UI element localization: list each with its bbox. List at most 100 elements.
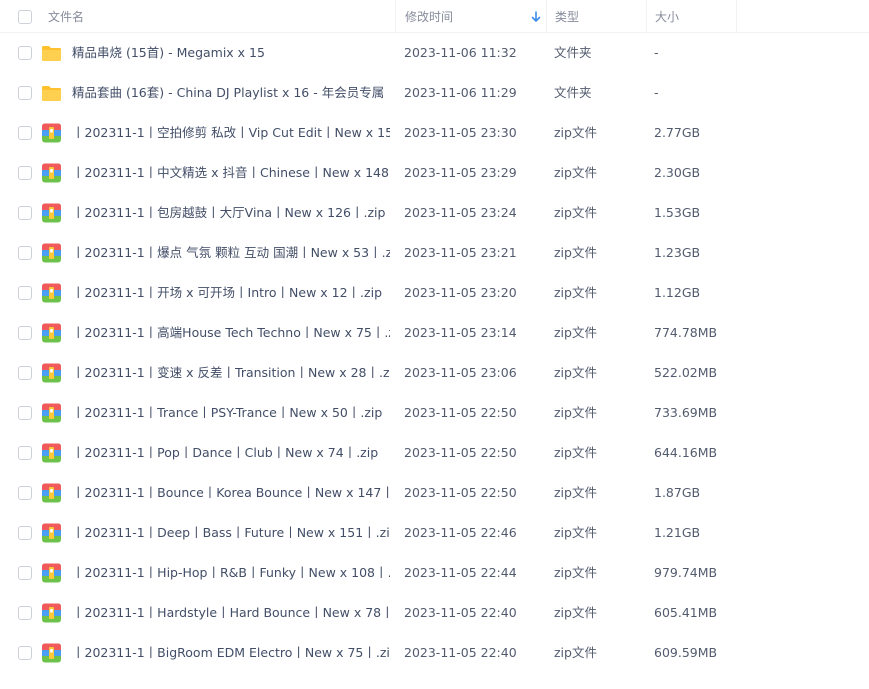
file-name[interactable]: 精品串烧 (15首) - Megamix x 15: [72, 33, 390, 73]
file-size: -: [654, 45, 659, 60]
file-modified: 2023-11-05 22:50: [404, 485, 517, 500]
row-checkbox[interactable]: [18, 126, 32, 140]
row-checkbox[interactable]: [18, 606, 32, 620]
file-row[interactable]: 丨202311-1丨Trance丨PSY-Trance丨New x 50丨.zi…: [0, 393, 869, 433]
file-name[interactable]: 丨202311-1丨BigRoom EDM Electro丨New x 75丨.…: [72, 633, 390, 673]
row-checkbox[interactable]: [18, 206, 32, 220]
file-row[interactable]: 丨202311-1丨高端House Tech Techno丨New x 75丨.…: [0, 313, 869, 353]
file-row[interactable]: 丨202311-1丨爆点 气氛 颗粒 互动 国潮丨New x 53丨.zip 2…: [0, 233, 869, 273]
row-checkbox[interactable]: [18, 646, 32, 660]
file-size: 644.16MB: [654, 445, 718, 460]
file-modified: 2023-11-05 22:50: [404, 405, 517, 420]
column-header-size[interactable]: 大小: [646, 0, 736, 33]
file-name[interactable]: 丨202311-1丨Deep丨Bass丨Future丨New x 151丨.zi…: [72, 513, 390, 553]
file-row[interactable]: 精品套曲 (16套) - China DJ Playlist x 16 - 年会…: [0, 73, 869, 113]
column-header-type-label: 类型: [555, 10, 580, 24]
file-modified: 2023-11-05 23:24: [404, 205, 517, 220]
file-row[interactable]: 精品串烧 (15首) - Megamix x 15 2023-11-06 11:…: [0, 33, 869, 73]
file-row[interactable]: 丨202311-1丨包房越鼓丨大厅Vina丨New x 126丨.zip 202…: [0, 193, 869, 233]
zip-icon: [42, 163, 61, 183]
file-row[interactable]: 丨202311-1丨变速 x 反差丨Transition丨New x 28丨.z…: [0, 353, 869, 393]
file-name[interactable]: 丨202311-1丨爆点 气氛 颗粒 互动 国潮丨New x 53丨.zip: [72, 233, 390, 273]
file-row[interactable]: 丨202311-1丨开场 x 可开场丨Intro丨New x 12丨.zip 2…: [0, 273, 869, 313]
file-row[interactable]: 丨202311-1丨Hardstyle丨Hard Bounce丨New x 78…: [0, 593, 869, 633]
file-name[interactable]: 丨202311-1丨开场 x 可开场丨Intro丨New x 12丨.zip: [72, 273, 390, 313]
file-size: 2.77GB: [654, 125, 701, 140]
row-checkbox[interactable]: [18, 366, 32, 380]
file-type: zip文件: [554, 525, 597, 540]
file-name[interactable]: 丨202311-1丨变速 x 反差丨Transition丨New x 28丨.z…: [72, 353, 390, 393]
file-name[interactable]: 丨202311-1丨高端House Tech Techno丨New x 75丨.…: [72, 313, 390, 353]
file-type: 文件夹: [554, 85, 592, 100]
column-header-modified-label: 修改时间: [405, 10, 454, 24]
file-row[interactable]: 丨202311-1丨Pop丨Dance丨Club丨New x 74丨.zip 2…: [0, 433, 869, 473]
file-size: 1.12GB: [654, 285, 701, 300]
row-checkbox[interactable]: [18, 406, 32, 420]
file-name[interactable]: 丨202311-1丨包房越鼓丨大厅Vina丨New x 126丨.zip: [72, 193, 390, 233]
file-row[interactable]: 丨202311-1丨中文精选 x 抖音丨Chinese丨New x 148… 2…: [0, 153, 869, 193]
zip-icon: [42, 403, 61, 423]
file-modified: 2023-11-05 23:30: [404, 125, 517, 140]
file-size: -: [654, 85, 659, 100]
file-size: 1.21GB: [654, 525, 701, 540]
file-size: 522.02MB: [654, 365, 718, 380]
file-name[interactable]: 丨202311-1丨空拍修剪 私改丨Vip Cut Edit丨New x 15…: [72, 113, 390, 153]
file-size: 609.59MB: [654, 645, 718, 660]
zip-icon: [42, 243, 61, 263]
file-type: zip文件: [554, 485, 597, 500]
zip-icon: [42, 643, 61, 663]
file-row[interactable]: 丨202311-1丨Hip-Hop丨R&B丨Funky丨New x 108丨….…: [0, 553, 869, 593]
zip-icon: [42, 603, 61, 623]
file-name[interactable]: 丨202311-1丨中文精选 x 抖音丨Chinese丨New x 148…: [72, 153, 390, 193]
row-checkbox[interactable]: [18, 326, 32, 340]
zip-icon: [42, 483, 61, 503]
row-checkbox[interactable]: [18, 446, 32, 460]
file-type: 文件夹: [554, 45, 592, 60]
file-name[interactable]: 丨202311-1丨Hip-Hop丨R&B丨Funky丨New x 108丨….: [72, 553, 390, 593]
file-modified: 2023-11-05 22:40: [404, 645, 517, 660]
file-name[interactable]: 丨202311-1丨Hardstyle丨Hard Bounce丨New x 78…: [72, 593, 390, 633]
row-checkbox[interactable]: [18, 166, 32, 180]
file-row[interactable]: 丨202311-1丨Bounce丨Korea Bounce丨New x 147丨…: [0, 473, 869, 513]
zip-icon: [42, 443, 61, 463]
file-modified: 2023-11-05 22:40: [404, 605, 517, 620]
row-checkbox[interactable]: [18, 526, 32, 540]
column-header-modified[interactable]: 修改时间: [395, 0, 546, 33]
column-header-name[interactable]: 文件名: [48, 0, 395, 33]
file-name[interactable]: 丨202311-1丨Bounce丨Korea Bounce丨New x 147丨…: [72, 473, 390, 513]
select-all-checkbox[interactable]: [18, 10, 32, 24]
file-row[interactable]: 丨202311-1丨Deep丨Bass丨Future丨New x 151丨.zi…: [0, 513, 869, 553]
file-size: 1.87GB: [654, 485, 701, 500]
file-name[interactable]: 丨202311-1丨Pop丨Dance丨Club丨New x 74丨.zip: [72, 433, 390, 473]
file-type: zip文件: [554, 365, 597, 380]
row-checkbox[interactable]: [18, 86, 32, 100]
file-name[interactable]: 丨202311-1丨Trance丨PSY-Trance丨New x 50丨.zi…: [72, 393, 390, 433]
row-checkbox[interactable]: [18, 486, 32, 500]
zip-icon: [42, 203, 61, 223]
file-row[interactable]: 丨202311-1丨空拍修剪 私改丨Vip Cut Edit丨New x 15……: [0, 113, 869, 153]
row-checkbox[interactable]: [18, 566, 32, 580]
column-header-size-label: 大小: [655, 10, 680, 24]
file-row[interactable]: 丨202311-1丨BigRoom EDM Electro丨New x 75丨.…: [0, 633, 869, 673]
file-size: 1.23GB: [654, 245, 701, 260]
file-modified: 2023-11-06 11:29: [404, 85, 517, 100]
file-name[interactable]: 精品套曲 (16套) - China DJ Playlist x 16 - 年会…: [72, 73, 390, 113]
file-size: 2.30GB: [654, 165, 701, 180]
file-modified: 2023-11-05 23:29: [404, 165, 517, 180]
zip-icon: [42, 563, 61, 583]
row-checkbox[interactable]: [18, 286, 32, 300]
row-checkbox[interactable]: [18, 46, 32, 60]
file-modified: 2023-11-05 22:44: [404, 565, 517, 580]
file-modified: 2023-11-05 23:20: [404, 285, 517, 300]
file-size: 733.69MB: [654, 405, 718, 420]
file-modified: 2023-11-05 22:50: [404, 445, 517, 460]
sort-descending-icon[interactable]: [531, 11, 541, 23]
column-header-name-label: 文件名: [48, 10, 85, 24]
zip-icon: [42, 283, 61, 303]
file-modified: 2023-11-05 22:46: [404, 525, 517, 540]
file-size: 1.53GB: [654, 205, 701, 220]
row-checkbox[interactable]: [18, 246, 32, 260]
folder-icon: [42, 86, 61, 101]
column-header-type[interactable]: 类型: [546, 0, 646, 33]
file-type: zip文件: [554, 565, 597, 580]
